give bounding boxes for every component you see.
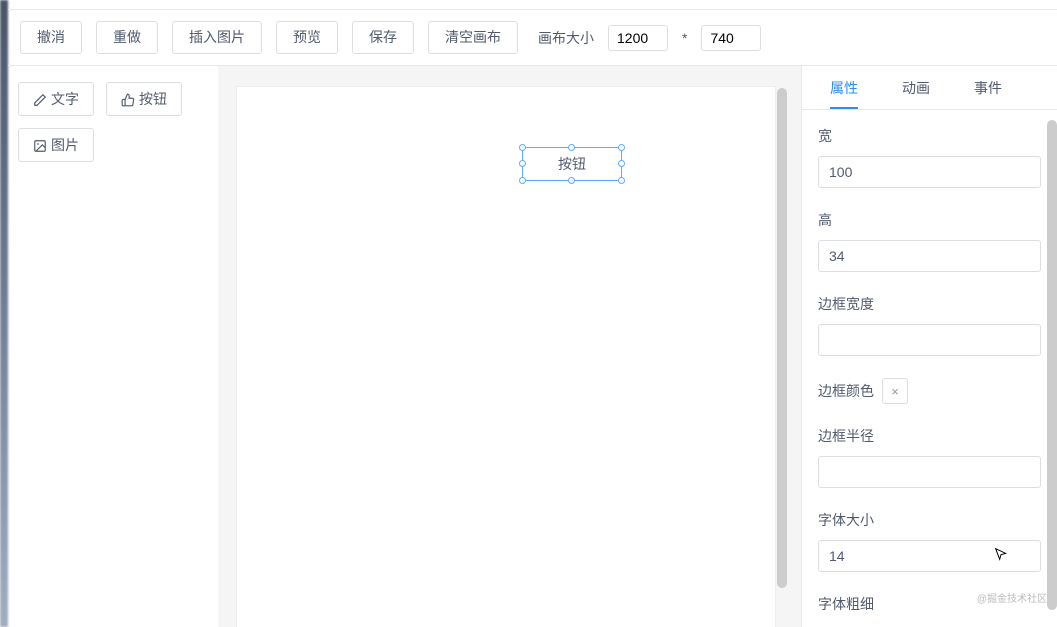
prop-font-size: 字体大小	[818, 510, 1041, 572]
watermark: @掘金技术社区	[977, 590, 1047, 605]
canvas[interactable]: 按钮	[236, 86, 776, 627]
prop-border-color-label: 边框颜色 ×	[818, 378, 1041, 404]
toolbar: 撤消 重做 插入图片 预览 保存 清空画布 画布大小 *	[8, 10, 1057, 66]
prop-height: 高	[818, 210, 1041, 272]
prop-width: 宽	[818, 126, 1041, 188]
tab-animation[interactable]: 动画	[880, 68, 952, 108]
prop-border-width-label: 边框宽度	[818, 294, 1041, 314]
save-button[interactable]: 保存	[352, 21, 414, 54]
tab-events[interactable]: 事件	[952, 68, 1024, 108]
component-image-button[interactable]: 图片	[18, 128, 94, 162]
canvas-width-input[interactable]	[608, 25, 668, 51]
prop-border-radius-input[interactable]	[818, 456, 1041, 488]
component-text-button[interactable]: 文字	[18, 82, 94, 116]
redo-button[interactable]: 重做	[96, 21, 158, 54]
right-panel-scrollbar[interactable]	[1047, 120, 1057, 610]
prop-border-color-text: 边框颜色	[818, 381, 874, 401]
panel-tabs: 属性 动画 事件	[802, 66, 1057, 110]
properties-panel: 属性 动画 事件 宽 高 边框宽度 边框颜	[801, 66, 1057, 627]
insert-image-button[interactable]: 插入图片	[172, 21, 262, 54]
prop-border-radius: 边框半径	[818, 426, 1041, 488]
component-button-label: 按钮	[139, 89, 167, 109]
resize-handle-top-center[interactable]	[568, 144, 575, 151]
image-icon	[33, 137, 47, 153]
prop-font-size-input[interactable]	[818, 540, 1041, 572]
resize-handle-middle-right[interactable]	[618, 160, 625, 167]
canvas-scrollbar[interactable]	[777, 88, 787, 588]
top-strip	[8, 0, 1057, 10]
prop-width-label: 宽	[818, 126, 1041, 146]
component-image-label: 图片	[51, 135, 79, 155]
component-button-button[interactable]: 按钮	[106, 82, 182, 116]
prop-height-input[interactable]	[818, 240, 1041, 272]
asterisk-separator: *	[682, 30, 687, 46]
resize-handle-bottom-left[interactable]	[519, 177, 526, 184]
color-clear-button[interactable]: ×	[882, 378, 908, 404]
thumbs-up-icon	[121, 91, 135, 107]
components-panel: 文字 按钮 图片	[8, 66, 218, 627]
canvas-height-input[interactable]	[701, 25, 761, 51]
tab-properties[interactable]: 属性	[808, 68, 880, 108]
prop-border-color: 边框颜色 ×	[818, 378, 1041, 404]
resize-handle-middle-left[interactable]	[519, 160, 526, 167]
main-container: 撤消 重做 插入图片 预览 保存 清空画布 画布大小 * 文字 按钮	[8, 0, 1057, 627]
component-text-label: 文字	[51, 89, 79, 109]
preview-button[interactable]: 预览	[276, 21, 338, 54]
body-area: 文字 按钮 图片 按钮	[8, 66, 1057, 627]
selected-button-element[interactable]: 按钮	[522, 147, 622, 181]
resize-handle-top-right[interactable]	[618, 144, 625, 151]
prop-height-label: 高	[818, 210, 1041, 230]
pencil-icon	[33, 91, 47, 107]
resize-handle-bottom-center[interactable]	[568, 177, 575, 184]
selected-element-label: 按钮	[558, 154, 586, 174]
prop-border-width-input[interactable]	[818, 324, 1041, 356]
window-edge	[0, 0, 8, 627]
prop-font-size-label: 字体大小	[818, 510, 1041, 530]
resize-handle-bottom-right[interactable]	[618, 177, 625, 184]
clear-canvas-button[interactable]: 清空画布	[428, 21, 518, 54]
prop-border-width: 边框宽度	[818, 294, 1041, 356]
prop-border-radius-label: 边框半径	[818, 426, 1041, 446]
properties-scroll[interactable]: 宽 高 边框宽度 边框颜色 ×	[802, 110, 1057, 627]
canvas-viewport: 按钮	[218, 66, 801, 627]
close-icon: ×	[891, 384, 899, 399]
prop-width-input[interactable]	[818, 156, 1041, 188]
canvas-size-label: 画布大小	[538, 28, 594, 48]
undo-button[interactable]: 撤消	[20, 21, 82, 54]
resize-handle-top-left[interactable]	[519, 144, 526, 151]
